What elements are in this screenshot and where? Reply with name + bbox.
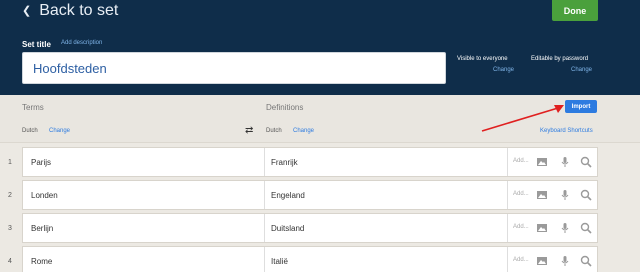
visibility-change-link[interactable]: Change	[493, 67, 514, 73]
back-to-set-link[interactable]: ❮ Back to set	[22, 2, 118, 20]
header-bar: ❮ Back to set Done Set title Add descrip…	[0, 0, 640, 95]
image-icon[interactable]	[536, 222, 548, 234]
term-card: Parijs Franrijk Add...	[22, 147, 598, 177]
term-language: Dutch	[22, 128, 38, 134]
term-input[interactable]: Parijs	[23, 148, 265, 176]
row-number: 2	[8, 192, 12, 199]
microphone-icon[interactable]	[559, 222, 571, 234]
row-number: 4	[8, 258, 12, 265]
microphone-icon[interactable]	[559, 255, 571, 267]
row-number: 3	[8, 225, 12, 232]
term-input[interactable]: Rome	[23, 247, 265, 272]
image-icon[interactable]	[536, 189, 548, 201]
image-icon[interactable]	[536, 255, 548, 267]
definition-input[interactable]: Engeland	[265, 181, 508, 209]
row-number: 1	[8, 159, 12, 166]
editable-label: Editable by password	[531, 56, 589, 62]
editable-change-link[interactable]: Change	[571, 67, 592, 73]
term-card: Londen Engeland Add...	[22, 180, 598, 210]
search-icon[interactable]	[580, 222, 592, 234]
add-placeholder[interactable]: Add...	[513, 257, 529, 263]
term-card: Berlijn Duitsland Add...	[22, 213, 598, 243]
add-description-link[interactable]: Add description	[61, 40, 102, 46]
set-title-input[interactable]	[22, 52, 446, 84]
search-icon[interactable]	[580, 156, 592, 168]
term-row: 1 Parijs Franrijk Add...	[0, 147, 640, 177]
definition-input[interactable]: Duitsland	[265, 214, 508, 242]
term-row: 3 Berlijn Duitsland Add...	[0, 213, 640, 243]
term-row: 4 Rome Italië Add...	[0, 246, 640, 272]
term-card: Rome Italië Add...	[22, 246, 598, 272]
term-input[interactable]: Londen	[23, 181, 265, 209]
definition-language-change-link[interactable]: Change	[293, 128, 314, 134]
chevron-left-icon: ❮	[22, 4, 32, 17]
image-icon[interactable]	[536, 156, 548, 168]
visibility-label: Visible to everyone	[457, 56, 508, 62]
done-button[interactable]: Done	[552, 0, 598, 21]
definition-input[interactable]: Italië	[265, 247, 508, 272]
back-label: Back to set	[39, 2, 119, 19]
add-placeholder[interactable]: Add...	[513, 158, 529, 164]
definition-language: Dutch	[266, 128, 282, 134]
definition-input[interactable]: Franrijk	[265, 148, 508, 176]
term-language-change-link[interactable]: Change	[49, 128, 70, 134]
term-input[interactable]: Berlijn	[23, 214, 265, 242]
set-title-label: Set title	[22, 40, 51, 49]
add-placeholder[interactable]: Add...	[513, 224, 529, 230]
search-icon[interactable]	[580, 189, 592, 201]
swap-languages-icon[interactable]: ⇄	[245, 125, 253, 136]
microphone-icon[interactable]	[559, 156, 571, 168]
microphone-icon[interactable]	[559, 189, 571, 201]
annotation-arrow-icon	[481, 105, 564, 132]
definitions-column-header: Definitions	[266, 103, 304, 112]
terms-column-header: Terms	[22, 103, 44, 112]
add-placeholder[interactable]: Add...	[513, 191, 529, 197]
term-row: 2 Londen Engeland Add...	[0, 180, 640, 210]
search-icon[interactable]	[580, 255, 592, 267]
